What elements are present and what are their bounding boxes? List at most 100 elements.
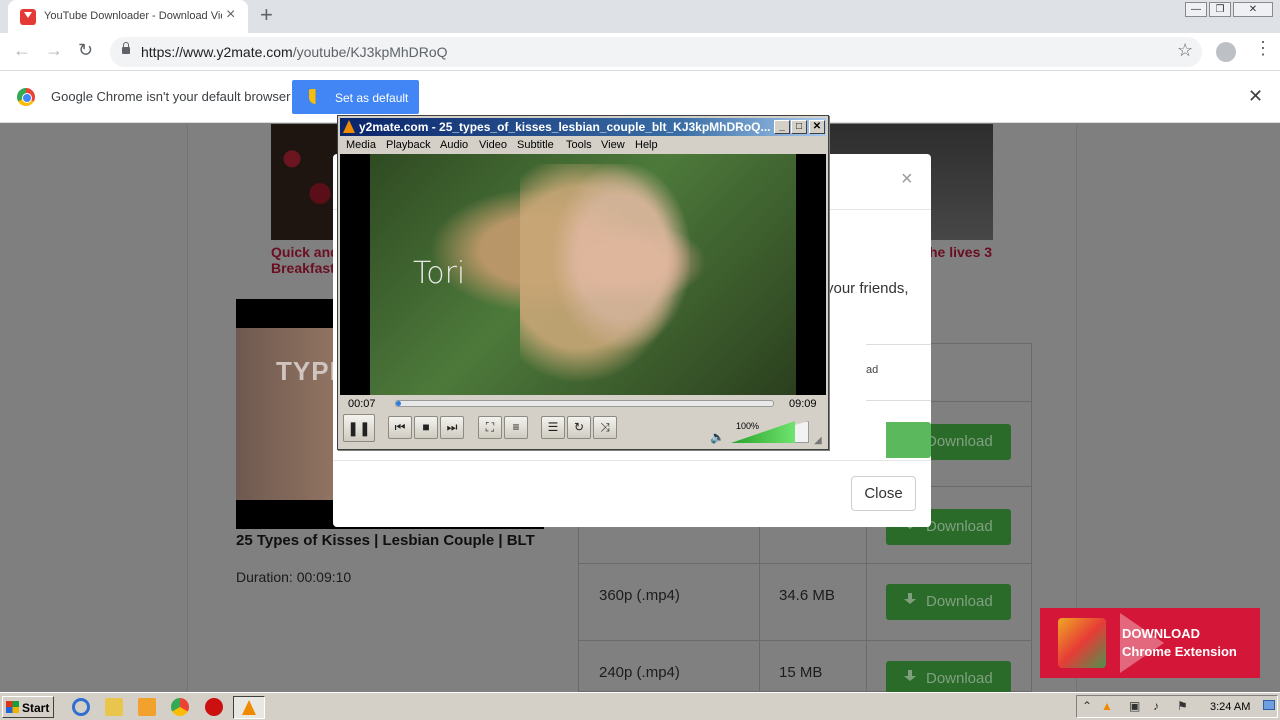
modal-close-icon[interactable]: × [901, 168, 913, 191]
fullscreen-button[interactable]: ⛶ [478, 416, 502, 439]
vlc-minimize-button[interactable]: _ [774, 120, 790, 134]
uac-shield-icon [309, 89, 322, 104]
vlc-taskbar-icon [242, 700, 256, 715]
tab-youtube-downloader[interactable]: YouTube Downloader - Download Vid × [8, 0, 248, 33]
vlc-maximize-button[interactable]: □ [791, 120, 807, 134]
vlc-menu-media[interactable]: Media [346, 139, 376, 151]
download-icon [904, 593, 916, 607]
quality-cell: 360p (.mp4) [599, 587, 680, 604]
vlc-title-bar[interactable]: y2mate.com - 25_types_of_kisses_lesbian_… [340, 118, 826, 136]
address-bar[interactable]: https://www.y2mate.com/youtube/KJ3kpMhDR… [110, 37, 1202, 67]
chrome-extension-logo-icon [1058, 618, 1106, 668]
opera-icon[interactable] [205, 698, 223, 716]
extended-settings-button[interactable]: ≡ [504, 416, 528, 439]
related-link-left-line2[interactable]: Breakfast [271, 260, 335, 276]
network-icon[interactable]: ▣ [1129, 700, 1140, 712]
vlc-video-area[interactable]: Tori [340, 154, 826, 395]
related-link-left-line1[interactable]: Quick and [271, 244, 339, 260]
loop-button[interactable]: ↻ [567, 416, 591, 439]
vlc-menu-bar: Media Playback Audio Video Subtitle Tool… [340, 137, 826, 154]
vlc-menu-video[interactable]: Video [479, 139, 507, 151]
infobar-message: Google Chrome isn't your default browser [51, 89, 291, 104]
quality-cell: 240p (.mp4) [599, 664, 680, 681]
windows-flag-icon [6, 701, 19, 713]
table-row: 240p (.mp4) 15 MB Download [579, 640, 1031, 697]
play-watermark-icon [1120, 613, 1164, 673]
reload-icon[interactable]: ↻ [78, 41, 93, 59]
vlc-menu-tools[interactable]: Tools [566, 139, 592, 151]
system-tray: ⌃ ▲ ▣ ♪ ⚑ 3:24 AM [1076, 695, 1278, 718]
kebab-menu-icon[interactable]: ⋮ [1254, 39, 1272, 57]
show-desktop-icon[interactable] [1263, 700, 1275, 710]
video-title: 25 Types of Kisses | Lesbian Couple | BL… [236, 532, 535, 549]
vlc-close-button[interactable]: ✕ [809, 120, 825, 134]
tray-expand-icon[interactable]: ⌃ [1082, 700, 1092, 712]
vlc-menu-subtitle[interactable]: Subtitle [517, 139, 554, 151]
download-icon [904, 670, 916, 684]
tab-strip: YouTube Downloader - Download Vid × + — … [0, 0, 1280, 33]
vlc-taskbar-button[interactable] [233, 696, 265, 719]
modal-text-fragment: your friends, [826, 280, 909, 297]
windows-taskbar: Start ⌃ ▲ ▣ ♪ ⚑ 3:24 AM [0, 692, 1280, 720]
pause-button[interactable]: ❚❚ [343, 414, 375, 442]
browser-toolbar: ← → ↻ https://www.y2mate.com/youtube/KJ3… [0, 33, 1280, 71]
forward-icon[interactable]: → [45, 41, 63, 59]
modal-close-button[interactable]: Close [851, 476, 916, 511]
chrome-taskbar-icon[interactable] [171, 698, 189, 716]
clock[interactable]: 3:24 AM [1210, 701, 1250, 713]
vlc-window-title: y2mate.com - 25_types_of_kisses_lesbian_… [359, 120, 771, 134]
vlc-menu-view[interactable]: View [601, 139, 625, 151]
back-icon[interactable]: ← [13, 41, 31, 59]
next-button[interactable]: ⏭ [440, 416, 464, 439]
related-thumbnail-left[interactable] [271, 124, 341, 240]
action-center-flag-icon[interactable]: ⚑ [1177, 700, 1188, 712]
tab-title: YouTube Downloader - Download Vid [44, 10, 222, 22]
close-window-button[interactable]: ✕ [1233, 2, 1273, 17]
profile-avatar-icon[interactable] [1216, 42, 1236, 62]
y2mate-favicon-icon [20, 9, 36, 25]
modal-table-header: ad [866, 344, 931, 401]
shuffle-button[interactable]: ⤨ [593, 416, 617, 439]
download-button[interactable]: Download [886, 584, 1011, 620]
minimize-button[interactable]: — [1185, 2, 1207, 17]
restore-button[interactable]: ❐ [1209, 2, 1231, 17]
tray-vlc-icon[interactable]: ▲ [1101, 700, 1113, 712]
bookmark-star-icon[interactable]: ☆ [1177, 40, 1193, 61]
vlc-player-window: y2mate.com - 25_types_of_kisses_lesbian_… [337, 115, 829, 450]
chrome-extension-banner[interactable]: DOWNLOAD Chrome Extension [1040, 608, 1260, 678]
explorer-folder-icon[interactable] [105, 698, 123, 716]
lock-icon [122, 42, 130, 54]
resize-grip-icon[interactable]: ◢ [814, 435, 822, 446]
vlc-cone-icon [343, 120, 355, 133]
banner-line1: DOWNLOAD [1122, 626, 1200, 641]
start-button[interactable]: Start [2, 696, 54, 718]
vlc-menu-playback[interactable]: Playback [386, 139, 431, 151]
new-tab-icon[interactable]: + [260, 4, 273, 26]
speaker-icon[interactable]: 🔈 [710, 430, 725, 444]
modal-download-button[interactable] [886, 422, 931, 458]
seek-bar[interactable] [395, 400, 774, 407]
chrome-logo-icon [17, 88, 35, 106]
volume-tray-icon[interactable]: ♪ [1153, 700, 1159, 712]
playlist-button[interactable]: ☰ [541, 416, 565, 439]
set-as-default-button[interactable]: Set as default [292, 80, 419, 114]
infobar-close-icon[interactable]: ✕ [1248, 86, 1263, 107]
modal-footer-divider [333, 460, 931, 461]
url-text[interactable]: https://www.y2mate.com/youtube/KJ3kpMhDR… [141, 44, 448, 60]
video-duration: Duration: 00:09:10 [236, 569, 352, 585]
banner-line2: Chrome Extension [1122, 644, 1237, 659]
tab-close-icon[interactable]: × [226, 7, 235, 23]
media-player-icon[interactable] [138, 698, 156, 716]
internet-explorer-icon[interactable] [72, 698, 90, 716]
stop-button[interactable]: ■ [414, 416, 438, 439]
previous-button[interactable]: ⏮ [388, 416, 412, 439]
elapsed-time: 00:07 [348, 398, 376, 410]
set-as-default-label: Set as default [335, 91, 409, 105]
vlc-menu-audio[interactable]: Audio [440, 139, 468, 151]
vlc-menu-help[interactable]: Help [635, 139, 658, 151]
volume-percent: 100% [736, 421, 760, 431]
total-time: 09:09 [789, 398, 817, 410]
size-cell: 15 MB [779, 664, 823, 681]
related-link-right[interactable]: he lives 3 [929, 244, 992, 260]
table-row: 360p (.mp4) 34.6 MB Download [579, 563, 1031, 640]
